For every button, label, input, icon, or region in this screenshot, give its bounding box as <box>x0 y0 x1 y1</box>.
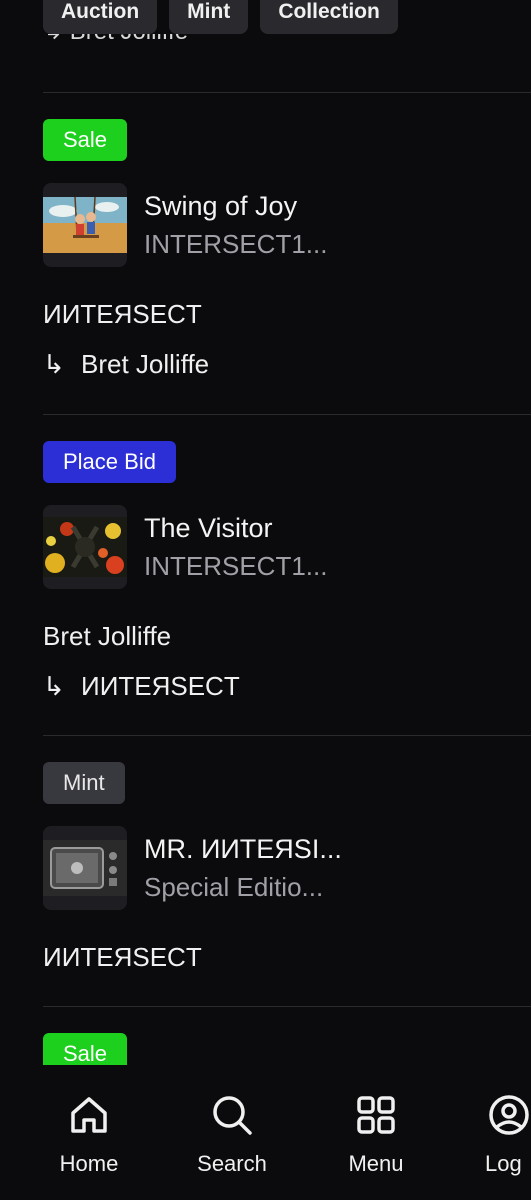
filter-collection[interactable]: Collection <box>260 0 398 34</box>
grid-icon <box>354 1093 398 1137</box>
filter-auction[interactable]: Auction <box>43 0 158 34</box>
sale-badge[interactable]: Sale <box>43 119 128 161</box>
user-icon <box>487 1093 531 1137</box>
swing-artwork-image <box>43 197 127 253</box>
filter-mint[interactable]: Mint <box>169 0 249 34</box>
item-text: Swing of Joy INTERSECT1... <box>144 187 327 263</box>
return-arrow-icon: ↳ <box>43 671 65 701</box>
item-title[interactable]: Swing of Joy <box>144 187 327 225</box>
divider <box>43 414 531 415</box>
mint-badge[interactable]: Mint <box>43 762 125 804</box>
item-row[interactable]: MR. ИИТEЯSI... Special Editio... <box>43 826 531 910</box>
item-row[interactable]: Swing of Joy INTERSECT1... <box>43 183 531 267</box>
artwork-thumbnail[interactable] <box>43 826 127 910</box>
visitor-artwork-image <box>43 517 127 577</box>
home-icon <box>67 1093 111 1137</box>
listing-card[interactable]: Mint MR. ИИТEЯSI... Special Editio... ИИ… <box>43 762 531 976</box>
divider <box>43 735 531 736</box>
listing-card[interactable]: Place Bid The Visitor INTERSECT1... Bret… <box>43 441 531 705</box>
listing-card[interactable]: Sale Swing of Joy INTERSECT1... ИИТEЯSEC… <box>43 119 531 383</box>
nav-home-label: Home <box>59 1151 119 1176</box>
creator-name[interactable]: ИИТEЯSECT <box>43 938 531 976</box>
place-bid-badge[interactable]: Place Bid <box>43 441 176 483</box>
item-collection[interactable]: INTERSECT1... <box>144 225 327 263</box>
previous-card-relay: ↳ Bret Jolliffe <box>43 34 188 58</box>
item-row[interactable]: The Visitor INTERSECT1... <box>43 505 531 589</box>
artwork-thumbnail[interactable] <box>43 505 127 589</box>
creator-name[interactable]: ИИТEЯSECT <box>43 295 531 333</box>
return-arrow-icon: ↳ <box>43 349 65 379</box>
divider <box>43 1006 531 1007</box>
item-collection[interactable]: Special Editio... <box>144 868 342 906</box>
page: Auction Mint Collection ↳ Bret Jolliffe … <box>0 0 531 1200</box>
nav-search[interactable]: Search <box>177 1093 287 1177</box>
relay-row[interactable]: ↳ ИИТEЯSECT <box>43 667 531 705</box>
divider <box>43 92 531 93</box>
relay-name[interactable]: ИИТEЯSECT <box>81 667 240 705</box>
filter-chips: Auction Mint Collection <box>43 0 398 34</box>
nav-login[interactable]: Log <box>461 1093 531 1177</box>
item-title[interactable]: MR. ИИТEЯSI... <box>144 830 342 868</box>
item-text: MR. ИИТEЯSI... Special Editio... <box>144 830 342 906</box>
creator-name[interactable]: Bret Jolliffe <box>43 617 531 655</box>
search-icon <box>210 1093 254 1137</box>
nav-search-label: Search <box>197 1151 267 1176</box>
nav-home[interactable]: Home <box>34 1093 144 1177</box>
artwork-thumbnail[interactable] <box>43 183 127 267</box>
nav-menu-label: Menu <box>348 1151 404 1176</box>
nav-menu[interactable]: Menu <box>321 1093 431 1177</box>
relay-row[interactable]: ↳ Bret Jolliffe <box>43 345 531 383</box>
bottom-navigation: Home Search Menu Log <box>0 1065 531 1200</box>
nav-login-label: Log <box>485 1151 522 1176</box>
tv-artwork-image <box>43 840 127 896</box>
item-title[interactable]: The Visitor <box>144 509 327 547</box>
previous-card-relay-text: ↳ Bret Jolliffe <box>43 34 188 56</box>
relay-name[interactable]: Bret Jolliffe <box>81 345 209 383</box>
item-text: The Visitor INTERSECT1... <box>144 509 327 585</box>
item-collection[interactable]: INTERSECT1... <box>144 547 327 585</box>
